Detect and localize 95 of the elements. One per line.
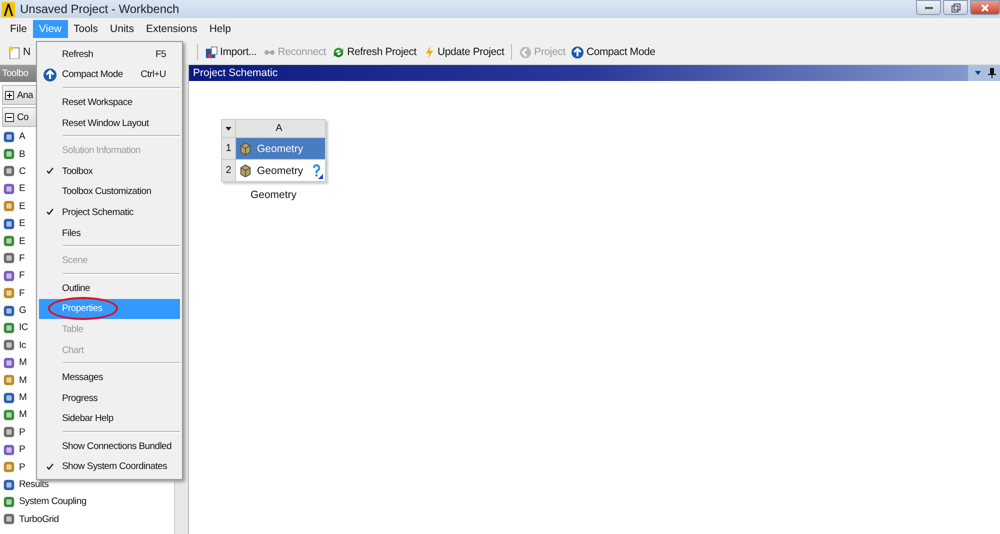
- component-item[interactable]: G: [19, 305, 26, 316]
- component-icon: [3, 513, 15, 526]
- up-arrow-icon: [571, 46, 584, 58]
- component-item[interactable]: TurboGrid: [19, 514, 59, 525]
- component-icon: [3, 461, 15, 474]
- logo-icon: [2, 2, 15, 16]
- component-item[interactable]: M: [19, 374, 27, 386]
- menu-item[interactable]: Sidebar Help: [39, 408, 180, 430]
- expander-icon[interactable]: [5, 112, 14, 122]
- menu-item[interactable]: Units: [104, 20, 140, 38]
- component-icon: [3, 356, 15, 369]
- component-icon: [3, 287, 15, 300]
- component-item[interactable]: C: [19, 166, 26, 177]
- import-icon: [205, 46, 218, 58]
- component-icon: [3, 392, 15, 404]
- component-icon: [3, 304, 15, 317]
- component-icon: [3, 496, 15, 508]
- menu-item[interactable]: Show System Coordinates: [39, 456, 180, 478]
- shortcut-label: Ctrl+U: [140, 69, 167, 80]
- component-icon: [3, 252, 15, 264]
- component-item[interactable]: P: [19, 426, 26, 438]
- component-item[interactable]: F: [19, 288, 25, 299]
- component-item[interactable]: M: [19, 409, 27, 420]
- group-label: Co: [17, 112, 29, 122]
- corner-icon: [318, 174, 323, 179]
- menu-item[interactable]: Extensions: [140, 20, 204, 38]
- minimize-button[interactable]: [916, 0, 941, 15]
- menu-item[interactable]: Toolbox: [39, 160, 180, 182]
- new-button[interactable]: N: [23, 46, 31, 58]
- toolbar-button[interactable]: Compact Mode: [569, 44, 658, 60]
- menu-item[interactable]: Progress: [39, 388, 180, 408]
- menu-item[interactable]: Tools: [68, 20, 104, 38]
- component-icon: [3, 339, 15, 352]
- component-item[interactable]: E: [19, 236, 26, 247]
- component-icon: [3, 444, 15, 456]
- component-icon: [3, 426, 15, 438]
- system-cell[interactable]: Geometry: [236, 138, 325, 159]
- toolbar-button[interactable]: Update Project: [420, 44, 506, 60]
- toolbar-button[interactable]: Import...: [203, 44, 259, 60]
- system-cell[interactable]: Geometry: [236, 160, 325, 181]
- geometry-icon: [239, 142, 252, 155]
- component-icon: [3, 182, 15, 195]
- geometry-icon: [239, 164, 252, 177]
- component-item[interactable]: E: [19, 200, 26, 212]
- component-item[interactable]: P: [19, 444, 26, 456]
- component-item[interactable]: E: [19, 183, 26, 194]
- component-item[interactable]: P: [19, 462, 26, 473]
- group-label: Ana: [17, 90, 34, 100]
- close-icon: [980, 2, 990, 12]
- menu-item[interactable]: Project Schematic: [39, 202, 180, 223]
- menu-item[interactable]: Refresh F5: [39, 44, 180, 65]
- component-item[interactable]: F: [19, 270, 25, 282]
- menu-item[interactable]: Outline: [39, 278, 180, 299]
- shortcut-label: F5: [156, 48, 167, 60]
- component-item[interactable]: IC: [19, 322, 28, 334]
- component-icon: [3, 478, 15, 490]
- close-button[interactable]: [970, 0, 1000, 15]
- menu-item[interactable]: Reset Window Layout: [39, 112, 180, 134]
- toolbar-button[interactable]: Refresh Project: [330, 44, 418, 60]
- menu-item[interactable]: Files: [39, 222, 180, 244]
- component-item[interactable]: M: [19, 357, 27, 368]
- menu-item[interactable]: Show Connections Bundled: [39, 436, 180, 457]
- component-item[interactable]: Ic: [19, 340, 26, 351]
- refresh-icon: [332, 46, 346, 58]
- component-item[interactable]: System Coupling: [19, 496, 86, 508]
- new-file-icon: [8, 46, 21, 58]
- restore-icon: [950, 2, 960, 12]
- menu-item[interactable]: Reset Workspace: [39, 92, 180, 113]
- component-icon: [3, 148, 15, 160]
- component-icon: [3, 235, 15, 248]
- component-icon: [3, 270, 15, 282]
- menu-item[interactable]: File: [4, 20, 33, 38]
- component-item[interactable]: E: [19, 218, 26, 230]
- component-item[interactable]: A: [19, 131, 26, 142]
- panel-title: Project Schematic: [193, 67, 278, 79]
- component-icon: [3, 200, 15, 212]
- pin-icon[interactable]: [988, 68, 996, 78]
- minimize-icon: [924, 6, 932, 8]
- menu-item[interactable]: Messages: [39, 367, 180, 388]
- component-icon: [3, 218, 15, 230]
- component-icon: [3, 322, 15, 334]
- component-item[interactable]: F: [19, 252, 25, 264]
- component-item[interactable]: B: [19, 148, 26, 160]
- window-title: Unsaved Project - Workbench: [20, 2, 180, 16]
- menu-item[interactable]: Help: [203, 20, 237, 38]
- system-caption: Geometry: [250, 189, 297, 201]
- component-icon: [3, 130, 15, 143]
- component-icon: [3, 374, 15, 386]
- menu-item[interactable]: Toolbox Customization: [39, 182, 180, 202]
- component-icon: [3, 165, 15, 178]
- restore-button[interactable]: [943, 0, 968, 15]
- expander-icon[interactable]: [5, 90, 14, 100]
- component-icon: [3, 408, 15, 421]
- component-item[interactable]: Results: [19, 479, 49, 490]
- component-item[interactable]: M: [19, 392, 27, 404]
